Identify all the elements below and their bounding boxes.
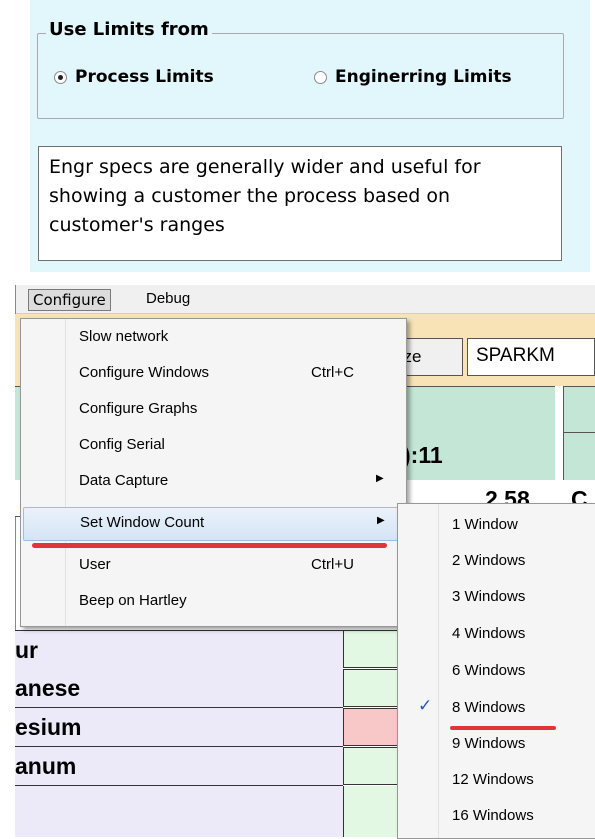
menu-item-configure-graphs[interactable]: Configure Graphs [21, 393, 406, 427]
element-row [15, 786, 343, 837]
element-name: esium [15, 714, 82, 740]
menu-item-label: Data Capture [79, 472, 169, 489]
submenu-item-8-windows[interactable]: ✓ 8 Windows [398, 691, 595, 727]
configure-menu: Slow network Configure Windows Ctrl+C Co… [20, 318, 407, 627]
limits-panel: Use Limits from Process Limits Enginerri… [30, 0, 590, 272]
menu-item-configure-windows[interactable]: Configure Windows Ctrl+C [21, 357, 406, 391]
annotation-underline-selection [450, 726, 556, 730]
time-value: ):11 [403, 442, 443, 468]
menu-item-data-capture[interactable]: Data Capture ▶ [21, 465, 406, 499]
annotation-underline [32, 543, 387, 548]
menu-item-label: Beep on Hartley [79, 592, 187, 609]
process-limits-label[interactable]: Process Limits [75, 67, 214, 87]
menu-item-label: Config Serial [79, 436, 165, 453]
menu-item-label: Set Window Count [80, 514, 205, 531]
process-limits-radio[interactable] [54, 71, 67, 84]
submenu-item-3-windows[interactable]: 3 Windows [398, 580, 595, 616]
element-row: anum [15, 747, 343, 786]
submenu-item-12-windows[interactable]: 12 Windows [398, 763, 595, 799]
element-value-cell-flagged [343, 708, 398, 746]
element-value-cell [343, 630, 398, 668]
element-name: ur [15, 637, 38, 663]
instrument-field-value: SPARKM [476, 345, 555, 366]
submenu-item-label: 3 Windows [452, 588, 526, 605]
menu-item-shortcut: Ctrl+C [311, 364, 354, 381]
instrument-field[interactable]: SPARKM [467, 338, 595, 376]
window-count-submenu: 1 Window 2 Windows 3 Windows 4 Windows 6… [397, 503, 595, 839]
submenu-item-label: 1 Window [452, 516, 518, 533]
element-value-cell [343, 786, 398, 837]
menu-configure[interactable]: Configure [28, 289, 111, 311]
submenu-item-2-windows[interactable]: 2 Windows [398, 544, 595, 580]
menu-item-label: Slow network [79, 328, 169, 345]
submenu-item-1-window[interactable]: 1 Window [398, 508, 595, 544]
checkmark-icon: ✓ [418, 696, 433, 715]
element-row: ur [15, 630, 343, 670]
menu-bar: Configure Debug [16, 285, 595, 314]
menu-item-set-window-count[interactable]: Set Window Count ▶ [23, 507, 404, 541]
element-row: esium [15, 708, 343, 747]
submenu-item-label: 2 Windows [452, 552, 526, 569]
limits-note-box: Engr specs are generally wider and usefu… [38, 146, 562, 261]
submenu-item-6-windows[interactable]: 6 Windows [398, 654, 595, 690]
submenu-item-label: 8 Windows [452, 699, 526, 716]
menu-item-slow-network[interactable]: Slow network [21, 321, 406, 355]
element-value-cell [343, 747, 398, 785]
header-cell-right [563, 386, 595, 434]
time-row-right [563, 432, 595, 482]
element-row: anese [15, 669, 343, 708]
engineering-limits-label[interactable]: Enginerring Limits [335, 67, 512, 87]
engineering-limits-radio[interactable] [314, 71, 327, 84]
submenu-arrow-icon: ▶ [376, 473, 384, 484]
menu-item-shortcut: Ctrl+U [311, 556, 354, 573]
submenu-item-label: 12 Windows [452, 771, 534, 788]
menu-item-beep-on-hartley[interactable]: Beep on Hartley [21, 585, 406, 619]
submenu-item-label: 9 Windows [452, 735, 526, 752]
submenu-item-label: 16 Windows [452, 807, 534, 824]
submenu-item-16-windows[interactable]: 16 Windows [398, 799, 595, 835]
element-name: anum [15, 753, 77, 779]
menu-item-label: Configure Graphs [79, 400, 198, 417]
element-value-cell [343, 669, 398, 707]
menu-item-config-serial[interactable]: Config Serial [21, 429, 406, 463]
menu-item-label: Configure Windows [79, 364, 210, 381]
submenu-item-label: 6 Windows [452, 662, 526, 679]
menu-debug[interactable]: Debug [146, 290, 190, 307]
menu-item-user[interactable]: User Ctrl+U [21, 549, 406, 583]
limits-group-title: Use Limits from [46, 19, 212, 40]
submenu-item-4-windows[interactable]: 4 Windows [398, 617, 595, 653]
submenu-item-label: 4 Windows [452, 625, 526, 642]
submenu-arrow-icon: ▶ [377, 515, 385, 526]
submenu-item-9-windows[interactable]: 9 Windows [398, 727, 595, 763]
menu-item-label: User [79, 556, 111, 573]
element-name: anese [15, 675, 81, 701]
